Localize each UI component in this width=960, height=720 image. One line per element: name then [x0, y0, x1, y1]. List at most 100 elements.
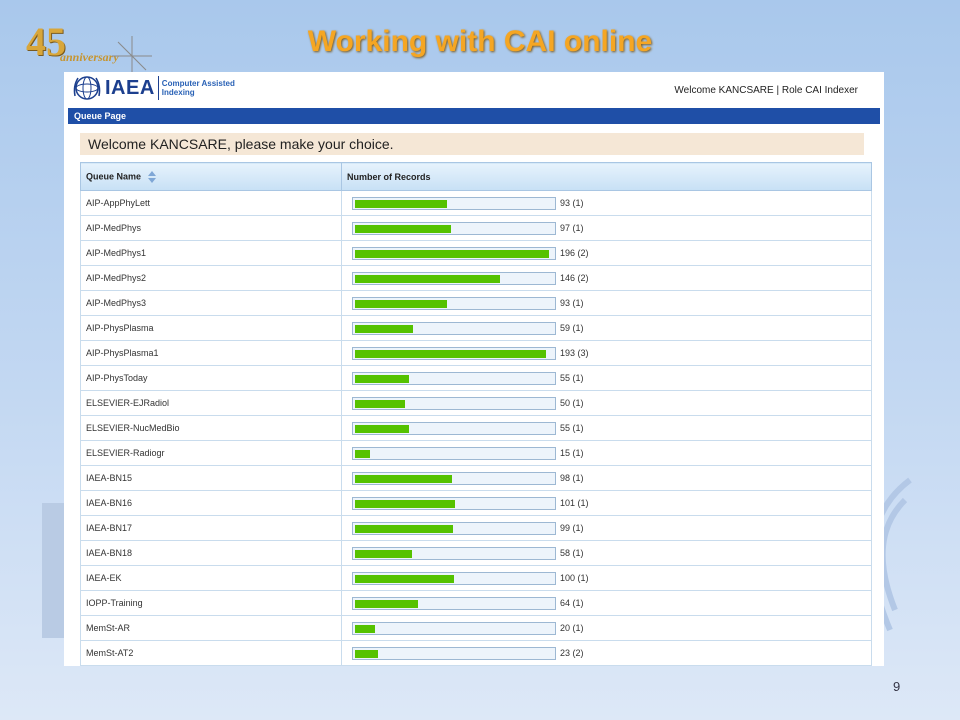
record-count-cell: 64 (1): [341, 590, 872, 616]
progress-bar-fill: [355, 624, 375, 633]
queue-name-link[interactable]: IAEA-BN17: [80, 515, 342, 541]
queue-name-link[interactable]: IAEA-BN16: [80, 490, 342, 516]
progress-bar: [352, 521, 556, 535]
record-count-cell: 55 (1): [341, 415, 872, 441]
record-count: 98 (1): [560, 473, 584, 483]
iaea-logo[interactable]: IAEA Computer Assisted Indexing: [72, 74, 235, 102]
table-row[interactable]: AIP-MedPhys1 196 (2): [80, 240, 872, 266]
progress-bar-fill: [355, 499, 455, 508]
record-count: 93 (1): [560, 298, 584, 308]
record-count-cell: 15 (1): [341, 440, 872, 466]
queue-name-link[interactable]: ELSEVIER-EJRadiol: [80, 390, 342, 416]
queue-name-link[interactable]: AIP-MedPhys3: [80, 290, 342, 316]
queue-name-link[interactable]: IAEA-BN15: [80, 465, 342, 491]
progress-bar: [352, 246, 556, 260]
queue-name-link[interactable]: ELSEVIER-Radiogr: [80, 440, 342, 466]
table-row[interactable]: ELSEVIER-NucMedBio 55 (1): [80, 415, 872, 441]
progress-bar: [352, 271, 556, 285]
queue-table: Queue Name Number of Records AIP-AppPhyL…: [80, 162, 872, 666]
progress-bar: [352, 396, 556, 410]
progress-bar-fill: [355, 324, 413, 333]
table-row[interactable]: AIP-PhysToday 55 (1): [80, 365, 872, 391]
progress-bar-fill: [355, 574, 454, 583]
record-count: 55 (1): [560, 423, 584, 433]
sort-icon[interactable]: [147, 170, 156, 183]
table-row[interactable]: AIP-PhysPlasma1 193 (3): [80, 340, 872, 366]
progress-bar-fill: [355, 424, 409, 433]
queue-name-link[interactable]: AIP-MedPhys1: [80, 240, 342, 266]
progress-bar-fill: [355, 224, 451, 233]
progress-bar: [352, 296, 556, 310]
progress-bar-fill: [355, 599, 418, 608]
progress-bar-fill: [355, 449, 370, 458]
table-row[interactable]: ELSEVIER-Radiogr 15 (1): [80, 440, 872, 466]
queue-name-link[interactable]: AIP-PhysPlasma1: [80, 340, 342, 366]
progress-bar: [352, 221, 556, 235]
queue-name-link[interactable]: AIP-PhysToday: [80, 365, 342, 391]
table-row[interactable]: MemSt-AR 20 (1): [80, 615, 872, 641]
record-count: 59 (1): [560, 323, 584, 333]
record-count: 97 (1): [560, 223, 584, 233]
record-count-cell: 101 (1): [341, 490, 872, 516]
table-row[interactable]: IAEA-EK 100 (1): [80, 565, 872, 591]
queue-name-link[interactable]: AIP-PhysPlasma: [80, 315, 342, 341]
record-count: 55 (1): [560, 373, 584, 383]
queue-name-link[interactable]: MemSt-AR: [80, 615, 342, 641]
progress-bar-fill: [355, 549, 412, 558]
progress-bar: [352, 571, 556, 585]
queue-name-link[interactable]: AIP-AppPhyLett: [80, 190, 342, 216]
record-count-cell: 100 (1): [341, 565, 872, 591]
progress-bar-fill: [355, 524, 453, 533]
progress-bar: [352, 621, 556, 635]
record-count: 64 (1): [560, 598, 584, 608]
table-row[interactable]: IAEA-BN16 101 (1): [80, 490, 872, 516]
progress-bar: [352, 496, 556, 510]
table-row[interactable]: AIP-MedPhys2 146 (2): [80, 265, 872, 291]
queue-name-link[interactable]: AIP-MedPhys: [80, 215, 342, 241]
table-row[interactable]: IOPP-Training 64 (1): [80, 590, 872, 616]
column-header-queue-name[interactable]: Queue Name: [80, 162, 342, 191]
table-row[interactable]: IAEA-BN17 99 (1): [80, 515, 872, 541]
table-row[interactable]: AIP-PhysPlasma 59 (1): [80, 315, 872, 341]
progress-bar: [352, 646, 556, 660]
progress-bar: [352, 371, 556, 385]
progress-bar-fill: [355, 649, 378, 658]
queue-name-link[interactable]: AIP-MedPhys2: [80, 265, 342, 291]
record-count: 50 (1): [560, 398, 584, 408]
queue-name-link[interactable]: IAEA-BN18: [80, 540, 342, 566]
app-header: IAEA Computer Assisted Indexing Welcome …: [64, 72, 884, 108]
cai-app-window: IAEA Computer Assisted Indexing Welcome …: [64, 72, 884, 666]
table-row[interactable]: MemSt-AT2 23 (2): [80, 640, 872, 666]
table-row[interactable]: IAEA-BN15 98 (1): [80, 465, 872, 491]
record-count-cell: 23 (2): [341, 640, 872, 666]
logo-divider: [157, 76, 159, 100]
welcome-message: Welcome KANCSARE, please make your choic…: [80, 133, 864, 155]
table-row[interactable]: AIP-AppPhyLett 93 (1): [80, 190, 872, 216]
record-count-cell: 20 (1): [341, 615, 872, 641]
progress-bar-fill: [355, 399, 405, 408]
page-number: 9: [893, 679, 901, 694]
progress-bar: [352, 196, 556, 210]
record-count: 20 (1): [560, 623, 584, 633]
table-row[interactable]: AIP-MedPhys3 93 (1): [80, 290, 872, 316]
table-row[interactable]: ELSEVIER-EJRadiol 50 (1): [80, 390, 872, 416]
progress-bar-fill: [355, 374, 409, 383]
queue-name-link[interactable]: IAEA-EK: [80, 565, 342, 591]
progress-bar-fill: [355, 199, 447, 208]
table-row[interactable]: AIP-MedPhys 97 (1): [80, 215, 872, 241]
record-count: 196 (2): [560, 248, 589, 258]
record-count: 23 (2): [560, 648, 584, 658]
record-count-cell: 146 (2): [341, 265, 872, 291]
queue-name-link[interactable]: ELSEVIER-NucMedBio: [80, 415, 342, 441]
record-count: 15 (1): [560, 448, 584, 458]
record-count: 101 (1): [560, 498, 589, 508]
progress-bar: [352, 446, 556, 460]
record-count: 100 (1): [560, 573, 589, 583]
record-count-cell: 50 (1): [341, 390, 872, 416]
record-count-cell: 93 (1): [341, 290, 872, 316]
progress-bar-fill: [355, 274, 500, 283]
record-count-cell: 193 (3): [341, 340, 872, 366]
table-row[interactable]: IAEA-BN18 58 (1): [80, 540, 872, 566]
queue-name-link[interactable]: MemSt-AT2: [80, 640, 342, 666]
queue-name-link[interactable]: IOPP-Training: [80, 590, 342, 616]
